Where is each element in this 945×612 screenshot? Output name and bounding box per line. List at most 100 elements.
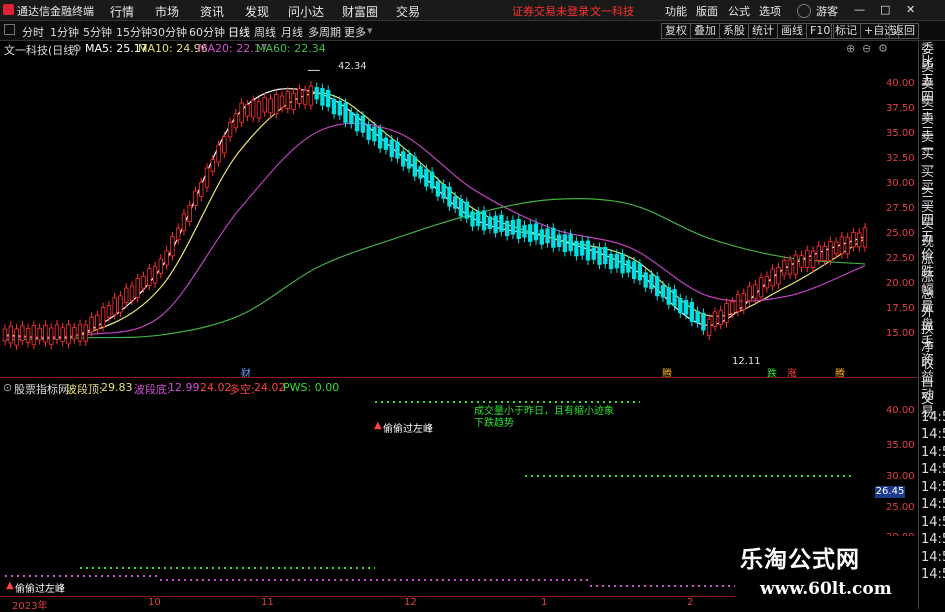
side-panel-item[interactable]: 14:5 <box>921 551 945 564</box>
indicator-name[interactable]: 股票指标网 <box>14 381 69 397</box>
candle-body <box>297 88 302 104</box>
price-tick: 32.50 <box>886 153 915 164</box>
candle-body <box>337 100 342 116</box>
candle-body <box>574 240 579 257</box>
period-30min[interactable]: 30分钟 <box>151 24 187 40</box>
menu-shichang[interactable]: 市场 <box>155 3 179 20</box>
period-multi[interactable]: 多周期 <box>308 24 341 40</box>
candle-body <box>591 247 596 260</box>
candle-body <box>597 247 602 265</box>
period-daily[interactable]: 日线 <box>228 24 250 40</box>
candle-body <box>470 211 475 227</box>
menu-zixun[interactable]: 资讯 <box>200 3 224 20</box>
minimize-button[interactable]: — <box>854 3 865 16</box>
login-notice[interactable]: 证券交易未登录 <box>512 3 589 19</box>
candle-body <box>31 325 37 346</box>
period-more[interactable]: 更多 <box>344 24 366 40</box>
zoom-in-icon[interactable]: ⊕ <box>846 42 855 55</box>
warn-icon: ▲ <box>374 420 382 431</box>
chevron-down-icon[interactable]: ▾ <box>367 24 373 37</box>
mark-button[interactable]: 标记 <box>831 23 861 39</box>
candle-body <box>833 241 839 255</box>
price-tick: 20.00 <box>886 278 915 289</box>
candle-body <box>349 111 354 125</box>
maximize-button[interactable]: □ <box>880 3 890 16</box>
candle-body <box>25 328 31 343</box>
period-fenshi[interactable]: 分时 <box>22 24 44 40</box>
candle-body <box>753 284 758 300</box>
candle-body <box>256 101 262 119</box>
fuquan-button[interactable]: 复权 <box>661 23 691 39</box>
related-button[interactable]: 系股 <box>719 23 749 39</box>
period-weekly[interactable]: 周线 <box>254 24 276 40</box>
user-avatar-icon[interactable] <box>797 4 811 18</box>
period-60min[interactable]: 60分钟 <box>189 24 225 40</box>
close-button[interactable]: ✕ <box>906 3 915 16</box>
menu-gongshi[interactable]: 公式 <box>728 3 750 19</box>
side-panel-item[interactable]: 14:5 <box>921 428 945 441</box>
candle-body <box>793 254 798 275</box>
menu-jiaoyi[interactable]: 交易 <box>396 3 420 20</box>
candle-body <box>377 128 383 149</box>
overlay-button[interactable]: 叠加 <box>690 23 720 39</box>
candle-body <box>435 181 441 197</box>
draw-button[interactable]: 画线 <box>777 23 807 39</box>
candle-body <box>314 87 319 100</box>
price-chart[interactable] <box>0 56 880 376</box>
stock-link[interactable]: 文一科技 <box>590 3 634 19</box>
side-panel-item[interactable]: 14:5 <box>921 498 945 511</box>
menu-xuanxiang[interactable]: 选项 <box>759 3 781 19</box>
high-label: 42.34 <box>338 61 367 72</box>
candle-body <box>72 327 77 340</box>
candle-body <box>406 153 412 169</box>
candle-body <box>129 285 135 301</box>
candle-body <box>152 266 158 284</box>
candle-body <box>637 263 643 281</box>
period-1min[interactable]: 1分钟 <box>50 24 79 40</box>
indicator-menu-icon[interactable]: ⊙ <box>3 381 12 394</box>
side-panel-item[interactable]: 14:5 <box>921 568 945 581</box>
settings-icon[interactable]: ⚙ <box>72 42 82 55</box>
side-panel-item[interactable]: 14:5 <box>921 481 945 494</box>
menu-caifuquan[interactable]: 财富圈 <box>342 3 378 20</box>
candle-body <box>268 98 273 114</box>
candle-body <box>758 277 764 298</box>
candle-body <box>603 247 608 265</box>
side-panel-item[interactable]: 14:5 <box>921 446 945 459</box>
side-panel-item[interactable]: 14:5 <box>921 516 945 529</box>
user-guest[interactable]: 游客 <box>816 3 838 19</box>
menu-hangqing[interactable]: 行情 <box>110 3 134 20</box>
candle-body <box>839 236 845 255</box>
dk-label: 多空: <box>229 383 255 396</box>
menu-wenxiaoda[interactable]: 问小达 <box>288 3 324 20</box>
x-tick: 12 <box>404 597 417 608</box>
candle-body <box>499 214 504 232</box>
pane-divider <box>0 377 918 378</box>
candle-body <box>429 171 435 189</box>
side-panel-item[interactable]: 14:5 <box>921 533 945 546</box>
menu-gongneng[interactable]: 功能 <box>665 3 687 19</box>
zoom-out-icon[interactable]: ⊖ <box>862 42 871 55</box>
candle-body <box>412 156 417 177</box>
period-15min[interactable]: 15分钟 <box>116 24 152 40</box>
stats-button[interactable]: 统计 <box>748 23 778 39</box>
side-panel-item[interactable]: 14:5 <box>921 463 945 476</box>
period-5min[interactable]: 5分钟 <box>83 24 112 40</box>
dk-value: 24.02 <box>254 381 286 394</box>
gear-icon[interactable]: ⚙ <box>878 42 888 55</box>
menu-banmian[interactable]: 版面 <box>696 3 718 19</box>
period-monthly[interactable]: 月线 <box>281 24 303 40</box>
candle-body <box>401 151 406 167</box>
back-button[interactable]: 返回 <box>889 23 919 39</box>
side-panel-item[interactable]: 14:5 <box>921 411 945 424</box>
candle-body <box>100 307 106 328</box>
menu-faxian[interactable]: 发现 <box>245 3 269 20</box>
layout-icon[interactable] <box>4 24 15 35</box>
candle-body <box>695 310 700 324</box>
candle-body <box>343 102 348 123</box>
candle-body <box>354 113 360 132</box>
candle-body <box>250 99 256 118</box>
candle-body <box>522 225 527 238</box>
candle-body <box>476 211 481 227</box>
candle-body <box>458 198 464 217</box>
